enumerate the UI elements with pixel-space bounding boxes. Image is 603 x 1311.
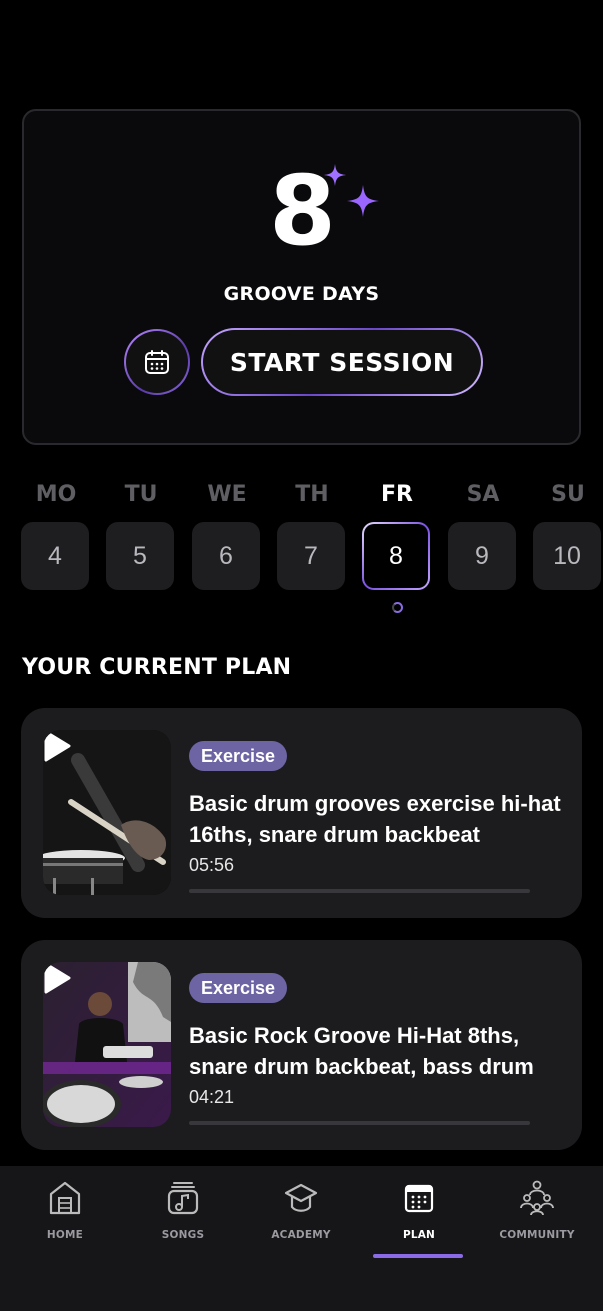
day-name: SA [466, 482, 500, 507]
week-strip: MO 4 TU 5 WE 6 TH 7 FR 8 SA 9 SU 10 [0, 478, 603, 618]
sparkles-icon [324, 164, 379, 217]
progress-bar [189, 1121, 530, 1125]
day-name: WE [207, 482, 247, 507]
calendar-button[interactable] [124, 329, 190, 395]
nav-songs[interactable]: SONGS [123, 1166, 243, 1276]
day-number: 6 [192, 522, 260, 590]
video-thumbnail[interactable] [43, 962, 171, 1127]
category-badge: Exercise [189, 741, 288, 771]
home-icon [49, 1181, 81, 1215]
nav-label: SONGS [161, 1229, 205, 1241]
active-tab-indicator [373, 1254, 463, 1258]
day-number: 10 [533, 522, 601, 590]
nav-label: ACADEMY [271, 1229, 331, 1241]
graduation-cap-icon [284, 1183, 318, 1212]
plan-item-title: Basic drum grooves exercise hi-hat 16ths… [189, 791, 561, 847]
day-number: 8 [362, 522, 430, 590]
today-indicator [391, 602, 403, 613]
streak-label: GROOVE DAYS [223, 283, 380, 305]
day-name: TU [124, 482, 158, 507]
day-number: 5 [106, 522, 174, 590]
day-thursday[interactable]: TH 7 [277, 478, 347, 590]
day-name: MO [35, 482, 77, 507]
streak-count: 8 [269, 155, 336, 267]
nav-plan[interactable]: PLAN [359, 1166, 479, 1276]
day-tuesday[interactable]: TU 5 [106, 478, 176, 590]
day-wednesday[interactable]: WE 6 [192, 478, 262, 590]
day-name: FR [381, 482, 413, 507]
plan-card[interactable]: Exercise Basic Rock Groove Hi-Hat 8ths, … [21, 940, 582, 1150]
category-badge: Exercise [189, 973, 288, 1003]
streak-card: 8 GROOVE DAYS START SESSION [22, 109, 581, 445]
community-icon [520, 1180, 554, 1216]
nav-label: HOME [46, 1229, 84, 1241]
day-monday[interactable]: MO 4 [21, 478, 91, 590]
day-number: 4 [21, 522, 89, 590]
bottom-nav: HOME SONGS ACADEMY PLAN COMMUNITY [0, 1166, 603, 1311]
nav-academy[interactable]: ACADEMY [241, 1166, 361, 1276]
play-icon [44, 962, 71, 994]
nav-label: PLAN [402, 1229, 436, 1241]
nav-community[interactable]: COMMUNITY [477, 1166, 597, 1276]
day-saturday[interactable]: SA 9 [448, 478, 518, 590]
day-name: SU [551, 482, 585, 507]
calendar-icon [404, 1184, 434, 1213]
day-friday[interactable]: FR 8 [362, 478, 432, 613]
nav-home[interactable]: HOME [5, 1166, 125, 1276]
start-session-button[interactable]: START SESSION [201, 328, 483, 396]
day-sunday[interactable]: SU 10 [533, 478, 603, 590]
day-number: 7 [277, 522, 345, 590]
plan-item-duration: 04:21 [189, 1087, 235, 1107]
play-icon [44, 730, 71, 762]
plan-item-duration: 05:56 [189, 855, 235, 875]
music-note-icon [167, 1182, 199, 1215]
video-thumbnail[interactable] [43, 730, 171, 895]
day-number: 9 [448, 522, 516, 590]
plan-card[interactable]: Exercise Basic drum grooves exercise hi-… [21, 708, 582, 918]
section-title-current-plan: YOUR CURRENT PLAN [22, 655, 292, 680]
calendar-icon [145, 350, 169, 374]
day-name: TH [295, 482, 329, 507]
nav-label: COMMUNITY [499, 1229, 575, 1241]
plan-item-title: Basic Rock Groove Hi-Hat 8ths, snare dru… [189, 1023, 534, 1079]
progress-bar [189, 889, 530, 893]
